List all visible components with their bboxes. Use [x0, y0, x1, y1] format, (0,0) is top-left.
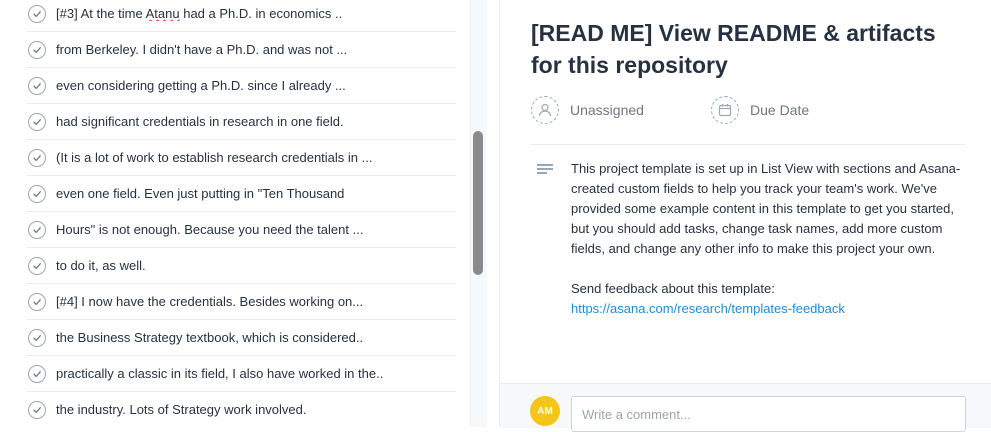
- task-row[interactable]: from Berkeley. I didn't have a Ph.D. and…: [26, 32, 456, 68]
- task-name[interactable]: even considering getting a Ph.D. since I…: [56, 78, 346, 93]
- description-icon: [537, 164, 553, 176]
- task-title[interactable]: [READ ME] View README & artifacts for th…: [531, 17, 951, 81]
- checkmark-icon[interactable]: [28, 220, 46, 239]
- due-date-button[interactable]: Due Date: [711, 96, 809, 124]
- checkmark-icon[interactable]: [28, 256, 46, 275]
- due-date-label: Due Date: [750, 102, 810, 118]
- comment-bar: AM: [500, 383, 991, 432]
- task-name-text: (It is a lot of work to establish resear…: [56, 150, 373, 165]
- task-name[interactable]: the industry. Lots of Strategy work invo…: [56, 402, 307, 417]
- task-name-text: Hours" is not enough. Because you need t…: [56, 222, 364, 237]
- checkmark-icon[interactable]: [28, 184, 46, 203]
- task-name-text: had significant credentials in research …: [56, 114, 344, 129]
- task-meta-row: Unassigned Due Date: [531, 96, 966, 145]
- checkmark-icon[interactable]: [28, 364, 46, 383]
- task-row[interactable]: even one field. Even just putting in "Te…: [26, 176, 456, 212]
- scrollbar-thumb[interactable]: [473, 131, 483, 275]
- feedback-prompt: Send feedback about this template:: [571, 281, 775, 296]
- description-paragraph: This project template is set up in List …: [571, 161, 961, 256]
- user-icon: [531, 96, 559, 124]
- checkmark-icon[interactable]: [28, 4, 46, 23]
- checkmark-icon[interactable]: [28, 76, 46, 95]
- task-row[interactable]: had significant credentials in research …: [26, 104, 456, 140]
- task-name[interactable]: even one field. Even just putting in "Te…: [56, 186, 344, 201]
- task-row[interactable]: to do it, as well.: [26, 248, 456, 284]
- task-row[interactable]: Hours" is not enough. Because you need t…: [26, 212, 456, 248]
- assignee-button[interactable]: Unassigned: [531, 96, 644, 124]
- task-row[interactable]: [#3] At the time Atanu had a Ph.D. in ec…: [26, 0, 456, 32]
- checkmark-icon[interactable]: [28, 148, 46, 167]
- task-name-text: even considering getting a Ph.D. since I…: [56, 78, 346, 93]
- task-row[interactable]: the Business Strategy textbook, which is…: [26, 320, 456, 356]
- task-name[interactable]: [#4] I now have the credentials. Besides…: [56, 294, 363, 309]
- task-name[interactable]: the Business Strategy textbook, which is…: [56, 330, 363, 345]
- task-name[interactable]: (It is a lot of work to establish resear…: [56, 150, 372, 165]
- task-name-text: to do it, as well.: [56, 258, 146, 273]
- task-name[interactable]: from Berkeley. I didn't have a Ph.D. and…: [56, 42, 347, 57]
- checkmark-icon[interactable]: [28, 112, 46, 131]
- task-description[interactable]: This project template is set up in List …: [571, 159, 971, 319]
- task-name-text: [#3] At the time: [56, 6, 146, 21]
- checkmark-icon[interactable]: [28, 40, 46, 59]
- task-name-text: the industry. Lots of Strategy work invo…: [56, 402, 307, 417]
- task-name-text: the Business Strategy textbook, which is…: [56, 330, 364, 345]
- avatar[interactable]: AM: [530, 396, 560, 426]
- checkmark-icon[interactable]: [28, 328, 46, 347]
- task-name-text: [#4] I now have the credentials. Besides…: [56, 294, 364, 309]
- task-name[interactable]: to do it, as well.: [56, 258, 146, 273]
- task-name[interactable]: Hours" is not enough. Because you need t…: [56, 222, 363, 237]
- checkmark-icon[interactable]: [28, 292, 46, 311]
- task-name-text: even one field. Even just putting in "Te…: [56, 186, 345, 201]
- feedback-link[interactable]: https://asana.com/research/templates-fee…: [571, 301, 845, 316]
- task-row[interactable]: practically a classic in its field, I al…: [26, 356, 456, 392]
- task-list: [#3] At the time Atanu had a Ph.D. in ec…: [26, 0, 456, 427]
- checkmark-icon[interactable]: [28, 400, 46, 419]
- misspelled-word: Atanu: [145, 6, 180, 21]
- task-name-text: had a Ph.D. in economics ..: [179, 6, 343, 21]
- assignee-label: Unassigned: [570, 102, 644, 118]
- task-row[interactable]: the industry. Lots of Strategy work invo…: [26, 392, 456, 427]
- task-details-pane: [READ ME] View README & artifacts for th…: [500, 0, 991, 432]
- calendar-icon: [711, 96, 739, 124]
- task-row[interactable]: even considering getting a Ph.D. since I…: [26, 68, 456, 104]
- task-name[interactable]: practically a classic in its field, I al…: [56, 366, 383, 381]
- task-name[interactable]: [#3] At the time Atanu had a Ph.D. in ec…: [56, 6, 342, 21]
- task-row[interactable]: [#4] I now have the credentials. Besides…: [26, 284, 456, 320]
- task-name-text: practically a classic in its field, I al…: [56, 366, 384, 381]
- task-list-pane: [#3] At the time Atanu had a Ph.D. in ec…: [0, 0, 488, 427]
- task-row[interactable]: (It is a lot of work to establish resear…: [26, 140, 456, 176]
- task-name-text: from Berkeley. I didn't have a Ph.D. and…: [56, 42, 348, 57]
- task-name[interactable]: had significant credentials in research …: [56, 114, 344, 129]
